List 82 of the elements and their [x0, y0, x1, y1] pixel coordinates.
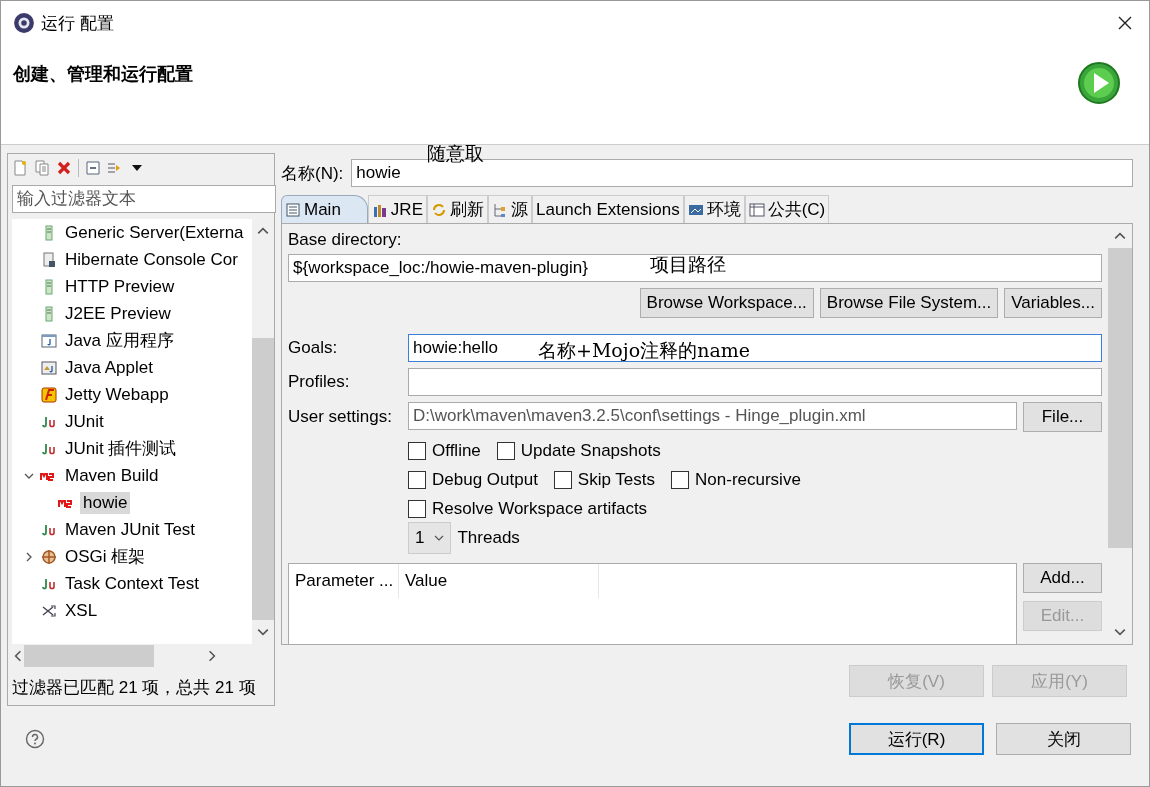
checkbox[interactable]: [408, 471, 426, 489]
window-title: 运行 配置: [41, 12, 114, 35]
tree-item[interactable]: Hibernate Console Cor: [62, 248, 241, 271]
help-icon[interactable]: [25, 729, 45, 749]
tab[interactable]: 源: [488, 195, 532, 223]
tree-item[interactable]: XSL: [62, 599, 101, 622]
chevron-down-icon: [434, 533, 445, 543]
osgi-icon: [40, 548, 58, 565]
tree-item[interactable]: OSGi 框架: [62, 544, 149, 569]
scroll-down-icon[interactable]: [257, 626, 269, 638]
scroll-left-icon[interactable]: [12, 650, 24, 662]
checkbox-label: Debug Output: [432, 470, 538, 490]
annotation: 项目路径: [650, 252, 726, 277]
base-directory-label: Base directory:: [288, 230, 403, 250]
tree-item[interactable]: Java Applet: [62, 356, 156, 379]
threads-dropdown[interactable]: 1: [408, 522, 452, 554]
tree-item[interactable]: Maven JUnit Test: [62, 518, 199, 541]
dialog-heading: 创建、管理和运行配置: [13, 63, 193, 86]
checkbox[interactable]: [496, 442, 515, 460]
tree-item[interactable]: JUnit: [62, 410, 107, 433]
scroll-up-icon[interactable]: [257, 225, 269, 237]
document-icon: [40, 251, 58, 268]
tab[interactable]: Main: [281, 195, 368, 223]
tab[interactable]: JRE: [367, 195, 427, 223]
jetty-icon: [40, 386, 58, 403]
expand-toggle-icon[interactable]: [24, 551, 34, 562]
name-label: 名称(N):: [281, 162, 344, 185]
collapse-icon[interactable]: [85, 160, 101, 176]
browse-button[interactable]: Variables...: [1004, 288, 1102, 318]
column-header[interactable]: Value: [399, 564, 599, 598]
checkbox-label: Update Snapshots: [520, 441, 661, 461]
file-button[interactable]: File...: [1023, 402, 1102, 432]
checkbox[interactable]: [408, 500, 426, 518]
tree-item[interactable]: howie: [80, 491, 131, 514]
shuffle-icon: [40, 602, 58, 619]
tree-item[interactable]: Maven Build: [62, 464, 162, 487]
profiles-label: Profiles:: [288, 372, 351, 392]
close-icon[interactable]: [1117, 15, 1133, 31]
window-icon: [40, 332, 58, 349]
column-header[interactable]: Parameter ...: [289, 564, 399, 598]
tree-item[interactable]: HTTP Preview: [62, 275, 178, 298]
tree-item[interactable]: Java 应用程序: [62, 328, 177, 353]
checkbox[interactable]: [553, 471, 572, 489]
user-settings-label: User settings:: [288, 407, 393, 427]
tab[interactable]: 刷新: [427, 195, 488, 223]
tab[interactable]: 公共(C): [744, 195, 830, 223]
scroll-right-icon[interactable]: [206, 650, 218, 662]
browse-button[interactable]: Browse Workspace...: [639, 288, 814, 318]
annotation: 名称+Mojo注释的name: [538, 338, 750, 363]
filter-field[interactable]: 输入过滤器文本: [12, 185, 276, 213]
threads-label: Threads: [457, 528, 520, 548]
scroll-down-icon[interactable]: [1114, 626, 1126, 638]
app-icon: [13, 12, 35, 34]
checkbox[interactable]: [408, 442, 426, 460]
applet-icon: [40, 359, 58, 376]
document-icon: [285, 201, 301, 218]
user-settings-field[interactable]: D:\work\maven\maven3.2.5\conf\settings - Hinge_plugin.xml: [408, 402, 1017, 430]
dialog-button[interactable]: 关闭: [996, 723, 1131, 755]
refresh-icon: [431, 201, 447, 218]
checkbox-label: Skip Tests: [577, 470, 656, 490]
table-icon: [748, 201, 765, 218]
profiles-field[interactable]: [408, 368, 1102, 396]
goals-label: Goals:: [288, 338, 339, 358]
tree-item[interactable]: Jetty Webapp: [62, 383, 172, 406]
tree-item[interactable]: JUnit 插件测试: [62, 436, 180, 461]
dialog-button[interactable]: 运行(R): [849, 723, 984, 755]
checkbox[interactable]: [671, 471, 690, 489]
tree-item[interactable]: Task Context Test: [62, 572, 202, 595]
delete-icon[interactable]: [56, 160, 72, 176]
tree-item[interactable]: J2EE Preview: [62, 302, 174, 325]
checkbox-label: Non-recursive: [695, 470, 801, 490]
run-icon: [1077, 61, 1121, 105]
tab[interactable]: Launch Extensions: [532, 195, 684, 223]
scroll-up-icon[interactable]: [1114, 230, 1126, 242]
table-button[interactable]: Add...: [1023, 563, 1102, 593]
filter-status: 过滤器已匹配 21 项，总共 21 项: [12, 677, 257, 699]
browse-button[interactable]: Browse File System...: [819, 288, 999, 318]
checkbox-label: Offline: [432, 441, 481, 461]
tree-item[interactable]: Generic Server(Externa: [62, 221, 247, 244]
tab[interactable]: 环境: [683, 195, 745, 223]
source-icon: [492, 201, 508, 218]
checkbox-label: Resolve Workspace artifacts: [432, 499, 648, 519]
